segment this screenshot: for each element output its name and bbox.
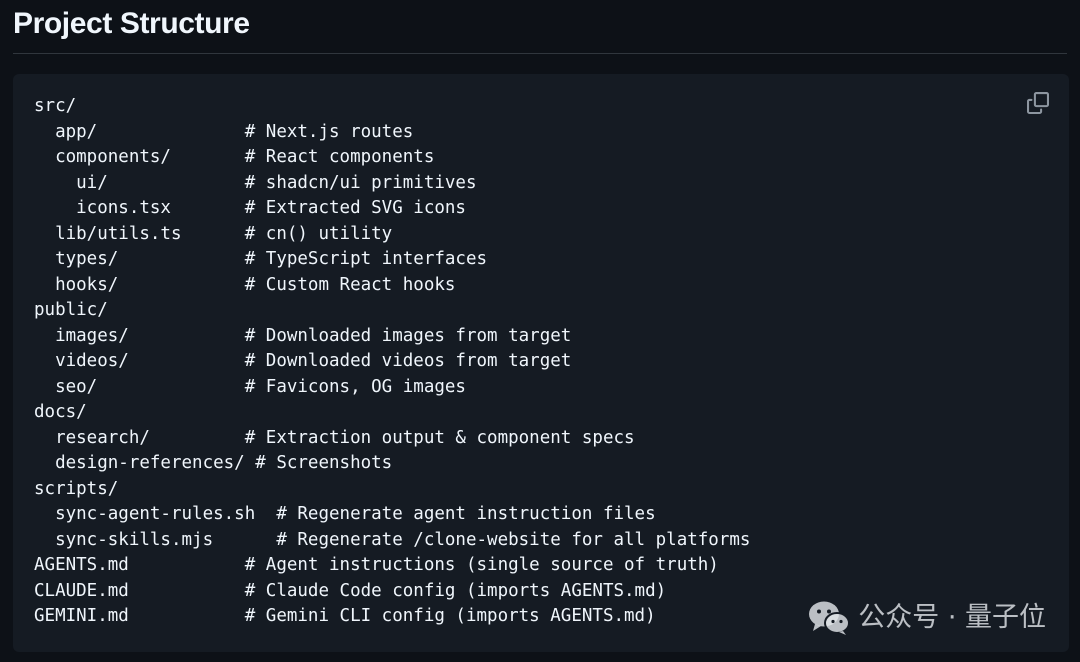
code-line: research/ # Extraction output & componen…	[34, 427, 635, 448]
code-line: videos/ # Downloaded videos from target	[34, 351, 572, 371]
code-line: design-references/ # Screenshots	[34, 453, 393, 473]
code-line: sync-skills.mjs # Regenerate /clone-webs…	[34, 529, 751, 550]
page: Project Structure src/ app/ # Next.js ro…	[0, 0, 1080, 662]
wechat-icon	[809, 601, 851, 635]
code-line: icons.tsx # Extracted SVG icons	[34, 198, 466, 218]
code-block: src/ app/ # Next.js routes components/ #…	[13, 74, 1069, 652]
code-line: public/	[34, 300, 108, 320]
code-line: components/ # React components	[34, 147, 435, 167]
code-line: types/ # TypeScript interfaces	[34, 249, 488, 269]
code-line: CLAUDE.md # Claude Code config (imports …	[34, 580, 667, 601]
copy-icon	[1027, 92, 1049, 114]
code-line: src/	[34, 96, 77, 116]
code-line: docs/	[34, 402, 87, 422]
heading-divider	[13, 53, 1067, 54]
code-line: seo/ # Favicons, OG images	[34, 376, 466, 397]
watermark: 公众号 · 量子位	[808, 600, 1046, 636]
code-line: lib/utils.ts # cn() utility	[34, 223, 393, 244]
code-line: ui/ # shadcn/ui primitives	[34, 172, 477, 193]
code-content[interactable]: src/ app/ # Next.js routes components/ #…	[34, 94, 750, 630]
watermark-text: 公众号 · 量子位	[858, 602, 1046, 633]
copy-button[interactable]	[1025, 90, 1051, 116]
code-line: GEMINI.md # Gemini CLI config (imports A…	[34, 606, 656, 626]
code-line: app/ # Next.js routes	[34, 121, 414, 142]
code-line: scripts/	[34, 478, 119, 499]
code-line: images/ # Downloaded images from target	[34, 325, 572, 346]
code-line: sync-agent-rules.sh # Regenerate agent i…	[34, 504, 656, 524]
code-line: hooks/ # Custom React hooks	[34, 274, 456, 295]
section-heading: Project Structure	[13, 7, 250, 40]
code-line: AGENTS.md # Agent instructions (single s…	[34, 555, 719, 575]
